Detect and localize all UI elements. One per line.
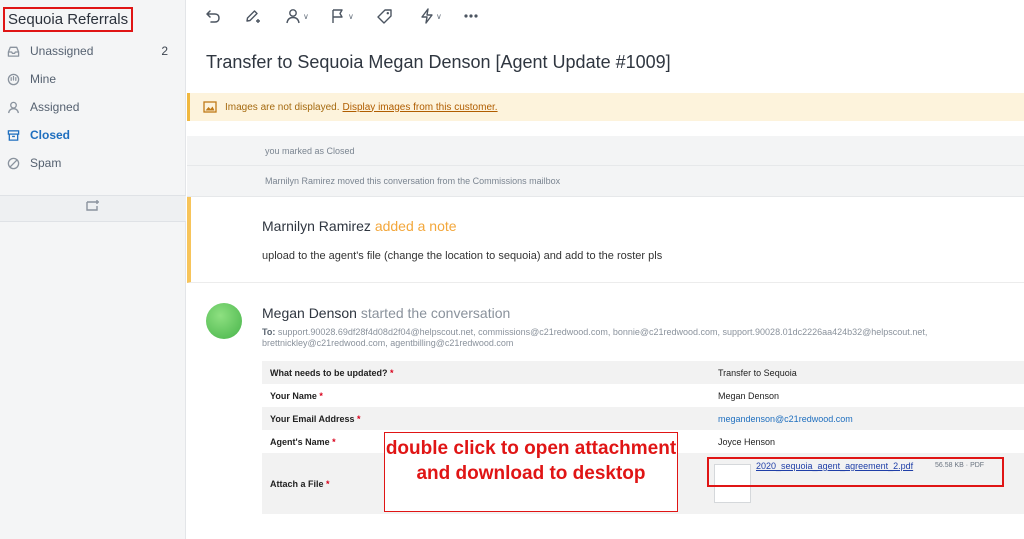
new-folder-icon[interactable] [85, 199, 101, 218]
table-row: Your Email Address * megandenson@c21redw… [262, 407, 1024, 430]
event-text: Marnilyn Ramirez moved this conversation… [265, 176, 561, 186]
recipients: To: support.90028.69df28f4d08d2f04@helps… [262, 327, 1002, 349]
field-label: Your Email Address * [270, 413, 361, 424]
sidebar-item-label: Closed [30, 128, 71, 142]
inbox-icon [6, 44, 20, 58]
chevron-down-icon: ∨ [303, 11, 309, 21]
message-author: Megan Denson started the conversation [262, 305, 510, 321]
field-label: Your Name * [270, 390, 323, 401]
email-link[interactable]: megandenson@c21redwood.com [718, 414, 853, 424]
chevron-down-icon: ∨ [436, 11, 442, 21]
more-icon[interactable] [464, 7, 478, 25]
chevron-down-icon: ∨ [348, 11, 354, 21]
note-author-name[interactable]: Marnilyn Ramirez [262, 218, 371, 234]
sidebar-item-label: Assigned [30, 100, 80, 114]
sidebar-item-label: Spam [30, 156, 62, 170]
sidebar-item-spam[interactable]: Spam [0, 152, 186, 174]
toolbar: ∨ ∨ ∨ [187, 0, 1024, 33]
sidebar-item-assigned[interactable]: Assigned [0, 96, 186, 118]
sidebar-item-label: Mine [30, 72, 57, 86]
image-icon [203, 101, 217, 113]
conversation-title: Transfer to Sequoia Megan Denson [Agent … [206, 52, 671, 72]
message-author-name[interactable]: Megan Denson [262, 305, 357, 321]
helpscout-app: Sequoia Referrals Unassigned 2 Mine Assi… [0, 0, 1024, 539]
field-label: Agent's Name * [270, 436, 336, 447]
required-marker: * [357, 413, 361, 424]
table-row: Your Name * Megan Denson [262, 384, 1024, 407]
sidebar-item-mine[interactable]: Mine [0, 68, 186, 90]
sidebar-item-unassigned[interactable]: Unassigned 2 [0, 40, 186, 62]
required-marker: * [319, 390, 323, 401]
note-author: Marnilyn Ramirez added a note [262, 218, 457, 234]
block-icon [6, 156, 20, 170]
tag-icon[interactable] [376, 7, 393, 25]
note-thread: Marnilyn Ramirez added a note upload to … [187, 197, 1024, 283]
edit-pencil-icon[interactable] [244, 7, 262, 25]
required-marker: * [332, 436, 336, 447]
field-label: What needs to be updated? * [270, 367, 394, 378]
flag-icon[interactable]: ∨ [330, 7, 354, 25]
images-blocked-banner: Images are not displayed. Display images… [187, 93, 1024, 121]
field-value: Megan Denson [718, 390, 780, 401]
event-moved: Marnilyn Ramirez moved this conversation… [187, 166, 1024, 197]
avatar[interactable] [206, 303, 242, 339]
archive-icon [6, 128, 20, 142]
workflow-bolt-icon[interactable]: ∨ [420, 7, 442, 25]
field-value: Joyce Henson [718, 436, 776, 447]
instruction-callout: double click to open attachment and down… [384, 432, 678, 512]
hand-icon [6, 72, 20, 86]
banner-text: Images are not displayed. [225, 101, 340, 113]
field-label: Attach a File * [270, 478, 330, 489]
required-marker: * [390, 367, 394, 378]
display-images-link[interactable]: Display images from this customer. [343, 102, 498, 113]
field-value: Transfer to Sequoia [718, 367, 797, 378]
sidebar-item-closed[interactable]: Closed [0, 124, 186, 146]
new-folder-bar [0, 195, 186, 222]
attachment-highlight-box [707, 457, 1004, 487]
to-label: To: [262, 327, 276, 337]
sidebar-item-label: Unassigned [30, 44, 94, 58]
event-closed: you marked as Closed [187, 136, 1024, 166]
assign-person-icon[interactable]: ∨ [285, 7, 309, 25]
note-action: added a note [374, 218, 457, 234]
person-icon [6, 100, 20, 114]
sidebar: Sequoia Referrals Unassigned 2 Mine Assi… [0, 0, 186, 539]
note-body: upload to the agent's file (change the l… [262, 250, 663, 262]
event-text: you marked as Closed [265, 145, 355, 156]
required-marker: * [326, 478, 330, 489]
message-action: started the conversation [360, 305, 511, 321]
mailbox-title[interactable]: Sequoia Referrals [3, 7, 134, 32]
table-row: What needs to be updated? * Transfer to … [262, 361, 1024, 384]
folder-count: 2 [161, 44, 168, 58]
undo-icon[interactable] [205, 7, 221, 25]
recipient-list: support.90028.69df28f4d08d2f04@helpscout… [262, 327, 928, 348]
